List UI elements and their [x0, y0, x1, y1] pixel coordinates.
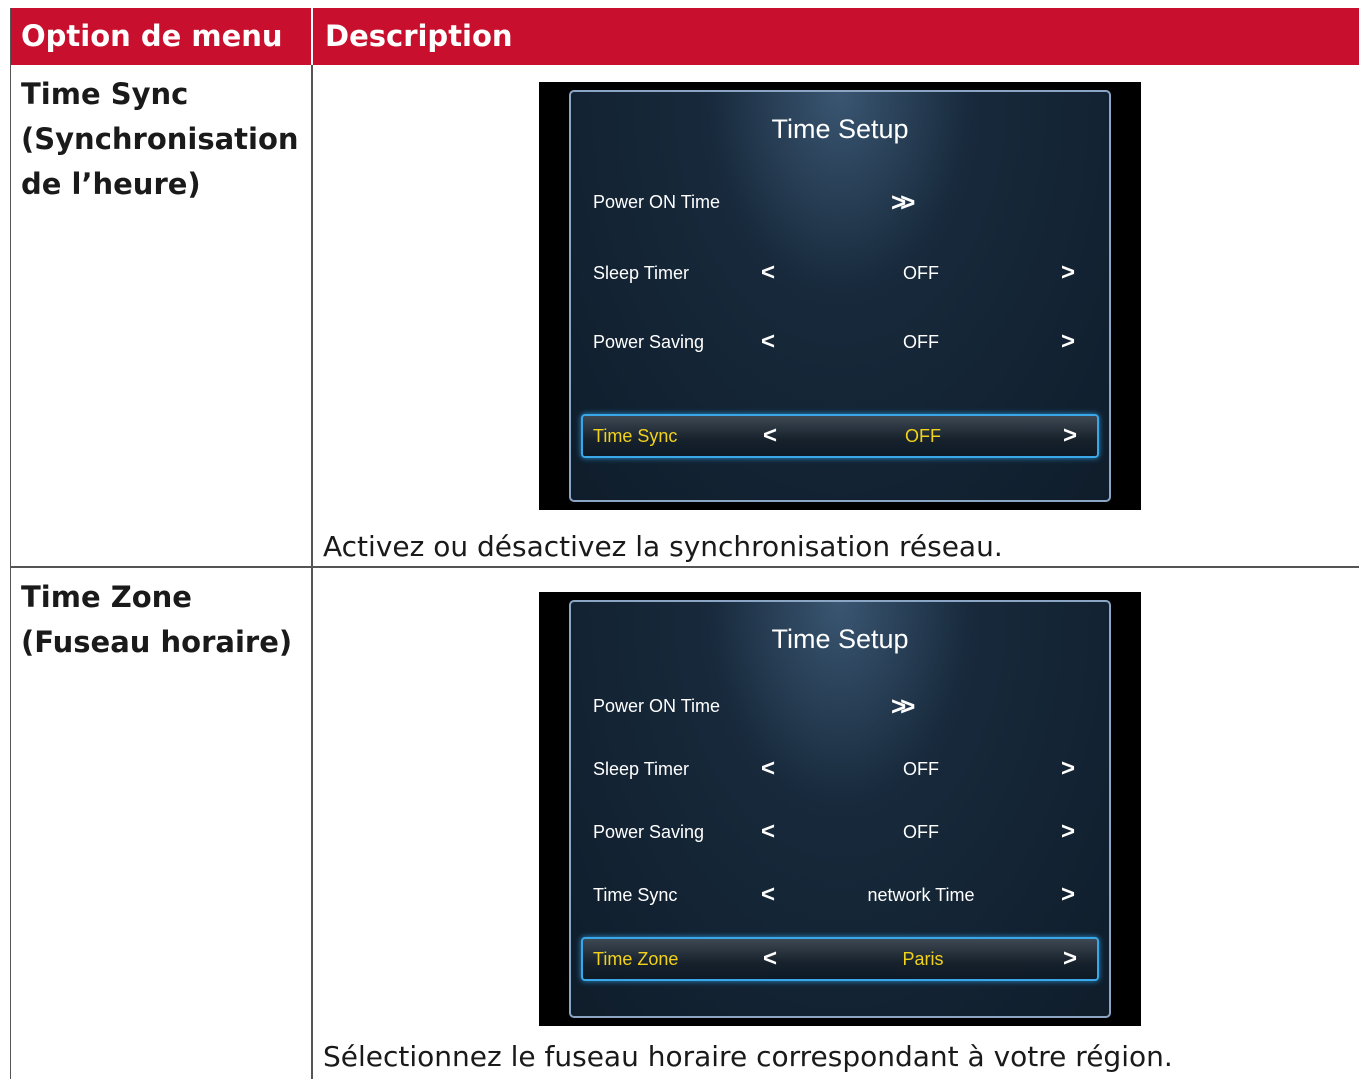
chevron-left-icon: < — [761, 818, 776, 845]
power-saving-row: Power Saving < OFF > — [571, 812, 1109, 852]
chevron-right-icon: > — [1063, 945, 1078, 972]
panel-title: Time Setup — [771, 624, 909, 654]
option-line: (Synchronisation — [21, 122, 299, 156]
row-value: OFF — [903, 822, 939, 842]
chevron-left-icon: < — [763, 422, 778, 449]
row-value: OFF — [903, 759, 939, 779]
sleep-timer-row: Sleep Timer < OFF > — [571, 253, 1109, 293]
description-time-sync: Activez ou désactivez la synchronisation… — [323, 530, 1003, 563]
row-label: Time Sync — [593, 885, 678, 905]
row-label: Power Saving — [593, 332, 705, 352]
chevron-left-icon: < — [761, 755, 776, 782]
row-label: Sleep Timer — [593, 263, 690, 283]
row-label: Power ON Time — [593, 696, 721, 716]
row-divider — [11, 566, 1359, 568]
row-label: Time Sync — [593, 426, 678, 446]
time-zone-row-selected: Time Zone < Paris > — [581, 937, 1099, 981]
time-sync-row-selected: Time Sync < OFF > — [581, 414, 1099, 458]
row-value: OFF — [905, 426, 941, 446]
row-label: Time Zone — [593, 949, 679, 969]
row-value: network Time — [867, 885, 975, 905]
row-value: Paris — [902, 949, 944, 969]
row-value: OFF — [903, 263, 939, 283]
power-on-time-row: Power ON Time >> — [571, 686, 1109, 726]
header-divider — [311, 8, 313, 65]
time-sync-row: Time Sync < network Time > — [571, 875, 1109, 915]
chevron-left-icon: < — [761, 259, 776, 286]
row-label: Power Saving — [593, 822, 705, 842]
chevron-right-icon: > — [1061, 755, 1076, 782]
time-setup-panel: Time Setup Power ON Time >> Sleep Timer … — [569, 90, 1111, 502]
description-time-zone: Sélectionnez le fuseau horaire correspon… — [323, 1040, 1173, 1073]
header-option: Option de menu — [21, 19, 283, 53]
menu-options-table: Option de menu Description Time Sync (Sy… — [10, 8, 1359, 1079]
option-line: de l’heure) — [21, 167, 201, 201]
chevron-right-icon: > — [1061, 259, 1076, 286]
sleep-timer-row: Sleep Timer < OFF > — [571, 749, 1109, 789]
time-setup-panel: Time Setup Power ON Time >> Sleep Timer … — [569, 600, 1111, 1018]
chevron-left-icon: < — [763, 945, 778, 972]
row-label: Power ON Time — [593, 192, 721, 212]
option-time-zone: Time Zone (Fuseau horaire) — [21, 575, 306, 665]
panel-title: Time Setup — [771, 114, 909, 144]
chevron-left-icon: < — [761, 328, 776, 355]
power-on-time-row: Power ON Time >> — [571, 182, 1109, 222]
chevron-right-icon: > — [1061, 328, 1076, 355]
option-line: (Fuseau horaire) — [21, 625, 293, 659]
table-header: Option de menu Description — [11, 8, 1359, 65]
chevron-right-icon: > — [1061, 881, 1076, 908]
row-value: OFF — [903, 332, 939, 352]
time-setup-screenshot: Time Setup Power ON Time >> Sleep Timer … — [539, 82, 1141, 510]
double-chevron-right-icon: >> — [891, 691, 916, 721]
time-setup-screenshot: Time Setup Power ON Time >> Sleep Timer … — [539, 592, 1141, 1026]
column-divider — [311, 65, 313, 1079]
chevron-right-icon: > — [1063, 422, 1078, 449]
option-time-sync: Time Sync (Synchronisation de l’heure) — [21, 72, 306, 207]
double-chevron-right-icon: >> — [891, 187, 916, 217]
row-label: Sleep Timer — [593, 759, 690, 779]
chevron-right-icon: > — [1061, 818, 1076, 845]
option-line: Time Sync — [21, 77, 189, 111]
chevron-left-icon: < — [761, 881, 776, 908]
option-line: Time Zone — [21, 580, 192, 614]
power-saving-row: Power Saving < OFF > — [571, 322, 1109, 362]
header-description: Description — [325, 19, 513, 53]
